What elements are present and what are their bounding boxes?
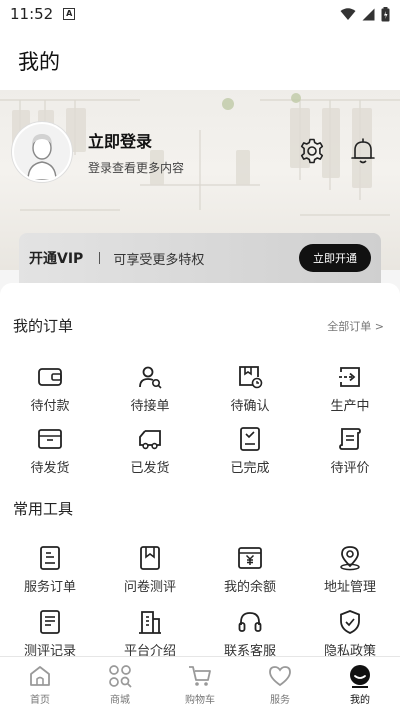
login-title[interactable]: 立即登录 bbox=[88, 128, 152, 152]
building-icon bbox=[139, 611, 161, 634]
order-label: 已发货 bbox=[130, 461, 170, 476]
order-pending-payment[interactable]: 待付款 bbox=[0, 363, 100, 414]
tools-card: 常用工具 服务订单 问卷测评 我的余额 地址管理 测评记录 平台介绍 联系客服 … bbox=[0, 488, 400, 659]
order-pending-shipment[interactable]: 待发货 bbox=[0, 425, 100, 476]
shield-icon bbox=[340, 610, 360, 634]
scroll-icon bbox=[339, 428, 361, 450]
order-label: 待发货 bbox=[30, 461, 70, 476]
order-in-production[interactable]: 生产中 bbox=[300, 363, 400, 414]
orders-section-title: 我的订单 bbox=[13, 317, 74, 335]
truck-icon bbox=[139, 430, 161, 450]
tool-privacy-policy[interactable]: 隐私政策 bbox=[300, 608, 400, 659]
tool-label: 我的余额 bbox=[223, 580, 276, 595]
tab-label: 首页 bbox=[30, 695, 50, 706]
tab-cart[interactable]: 购物车 bbox=[160, 657, 240, 712]
grid-search-icon bbox=[109, 665, 132, 688]
heart-icon bbox=[269, 666, 291, 687]
tool-label: 问卷测评 bbox=[123, 580, 176, 595]
login-subtitle: 登录查看更多内容 bbox=[88, 161, 185, 175]
order-label: 待评价 bbox=[330, 461, 370, 476]
tools-section-title: 常用工具 bbox=[13, 500, 74, 518]
order-label: 待付款 bbox=[30, 399, 70, 414]
vip-title: 开通VIP bbox=[29, 251, 84, 267]
status-bar: 11:52 A bbox=[0, 0, 400, 28]
page-header: 我的 bbox=[0, 28, 400, 90]
tool-test-records[interactable]: 测评记录 bbox=[0, 608, 100, 659]
wallet-icon bbox=[38, 368, 62, 386]
tool-customer-service[interactable]: 联系客服 bbox=[200, 608, 300, 659]
tool-label: 地址管理 bbox=[323, 580, 376, 595]
bottom-tab-bar: 首页 商城 购物车 服务 我的 bbox=[0, 656, 400, 712]
status-time: 11:52 bbox=[10, 5, 54, 23]
order-label: 已完成 bbox=[230, 461, 270, 476]
document-icon bbox=[40, 546, 60, 570]
orders-card: 我的订单 全部订单 > 待付款 待接单 待确认 生产中 待发货 已发货 已完成 … bbox=[0, 283, 400, 493]
order-shipped[interactable]: 已发货 bbox=[100, 425, 200, 476]
gear-icon[interactable] bbox=[298, 137, 326, 165]
tab-profile[interactable]: 我的 bbox=[320, 657, 400, 712]
bookmark-icon bbox=[140, 546, 160, 570]
tab-label: 商城 bbox=[110, 695, 130, 706]
order-pending-accept[interactable]: 待接单 bbox=[100, 363, 200, 414]
vip-banner[interactable]: 开通VIP 可享受更多特权 立即开通 bbox=[19, 233, 381, 283]
default-avatar-icon bbox=[14, 124, 70, 180]
location-icon bbox=[340, 546, 360, 571]
order-pending-confirm[interactable]: 待确认 bbox=[200, 363, 300, 414]
vip-open-button[interactable]: 立即开通 bbox=[299, 244, 371, 272]
order-completed[interactable]: 已完成 bbox=[200, 425, 300, 476]
tab-mall[interactable]: 商城 bbox=[80, 657, 160, 712]
tab-home[interactable]: 首页 bbox=[0, 657, 80, 712]
home-icon bbox=[30, 666, 50, 686]
cart-icon bbox=[189, 666, 211, 686]
notification-badge: A bbox=[63, 8, 76, 20]
tool-address[interactable]: 地址管理 bbox=[300, 544, 400, 595]
tool-balance[interactable]: 我的余额 bbox=[200, 544, 300, 595]
all-orders-link[interactable]: 全部订单 > bbox=[327, 318, 384, 334]
records-icon bbox=[40, 610, 60, 634]
profile-icon bbox=[350, 665, 370, 688]
page-title: 我的 bbox=[18, 50, 60, 74]
yuan-box-icon bbox=[238, 547, 262, 569]
arrow-box-icon bbox=[339, 367, 360, 387]
check-doc-icon bbox=[240, 427, 260, 451]
order-label: 待接单 bbox=[130, 399, 170, 414]
tool-questionnaire[interactable]: 问卷测评 bbox=[100, 544, 200, 595]
signal-icon bbox=[362, 8, 375, 20]
tab-label: 我的 bbox=[350, 695, 370, 706]
tab-label: 购物车 bbox=[185, 695, 215, 706]
user-search-icon bbox=[139, 366, 162, 389]
tool-service-orders[interactable]: 服务订单 bbox=[0, 544, 100, 595]
order-pending-review[interactable]: 待评价 bbox=[300, 425, 400, 476]
order-label: 待确认 bbox=[230, 399, 270, 414]
vip-description: 可享受更多特权 bbox=[113, 252, 205, 268]
bell-icon[interactable] bbox=[349, 137, 377, 165]
tab-service[interactable]: 服务 bbox=[240, 657, 320, 712]
battery-icon bbox=[381, 6, 390, 21]
headset-icon bbox=[238, 612, 262, 632]
order-label: 生产中 bbox=[330, 399, 370, 414]
tab-label: 服务 bbox=[270, 695, 290, 706]
tool-platform-intro[interactable]: 平台介绍 bbox=[100, 608, 200, 659]
avatar[interactable] bbox=[12, 122, 72, 182]
wifi-icon bbox=[340, 7, 356, 20]
box-icon bbox=[38, 429, 62, 449]
vip-divider bbox=[99, 252, 101, 264]
tool-label: 服务订单 bbox=[23, 580, 76, 595]
clock-box-icon bbox=[239, 366, 263, 389]
